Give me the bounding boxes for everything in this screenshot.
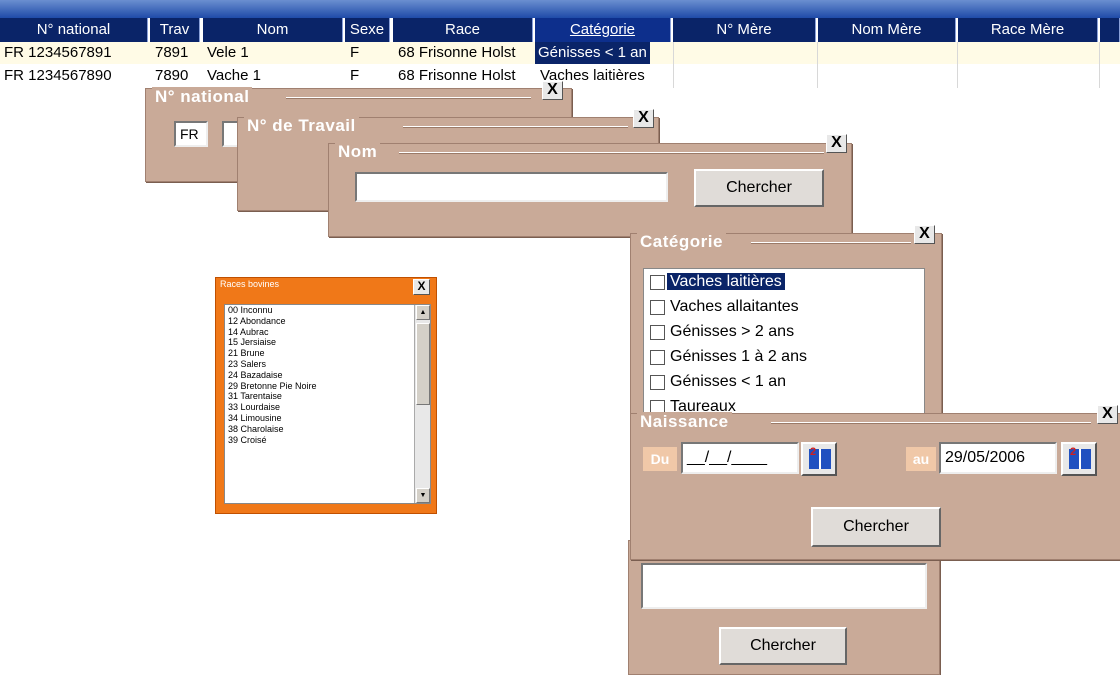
cell-race: 68 Frisonne Holst bbox=[398, 67, 516, 84]
window-top-strip bbox=[0, 0, 1120, 18]
checkbox[interactable] bbox=[650, 375, 665, 390]
scroll-down-icon[interactable]: ▼ bbox=[416, 488, 430, 503]
categorie-list: Vaches laitières Vaches allaitantes Géni… bbox=[643, 268, 925, 420]
col-header-race[interactable]: Race bbox=[393, 18, 533, 42]
country-prefix-field[interactable]: FR bbox=[174, 121, 208, 147]
table-row[interactable]: FR 1234567891 7891 Vele 1 F 68 Frisonne … bbox=[0, 42, 1120, 64]
window-title: N° de Travail bbox=[244, 116, 359, 136]
title-rule bbox=[751, 242, 911, 244]
grid-header: N° national Trav Nom Sexe Race Catégorie… bbox=[0, 18, 1120, 42]
nom-search-window: Nom X Chercher bbox=[328, 134, 852, 237]
race-item[interactable]: 00 Inconnu bbox=[225, 305, 430, 316]
cell-trav: 7890 bbox=[155, 67, 189, 84]
race-item[interactable]: 31 Tarentaise bbox=[225, 391, 430, 402]
scroll-thumb[interactable] bbox=[416, 323, 430, 405]
scrollbar[interactable]: ▲ ▼ bbox=[414, 305, 430, 503]
cell-nom: Vache 1 bbox=[207, 67, 261, 84]
col-header-categorie[interactable]: Catégorie bbox=[535, 18, 671, 42]
naissance-search-window: Naissance X Du __/__/____ 2 au 29/05/200… bbox=[630, 405, 1120, 560]
window-title: Nom bbox=[335, 142, 381, 162]
grid-divider bbox=[673, 42, 674, 88]
race-item[interactable]: 12 Abondance bbox=[225, 316, 430, 327]
close-icon[interactable]: X bbox=[914, 225, 935, 244]
window-title: Naissance bbox=[637, 412, 732, 432]
race-list: 00 Inconnu 12 Abondance 14 Aubrac 15 Jer… bbox=[224, 304, 431, 504]
race-popup-window: Races bovines X 00 Inconnu 12 Abondance … bbox=[215, 277, 437, 514]
grid-divider bbox=[817, 42, 818, 88]
cell-national: FR 1234567891 bbox=[4, 44, 112, 61]
cell-nom: Vele 1 bbox=[207, 44, 249, 61]
col-header-extra[interactable] bbox=[1100, 18, 1120, 42]
grid-divider bbox=[1099, 42, 1100, 88]
scroll-up-icon[interactable]: ▲ bbox=[416, 305, 430, 320]
cell-trav: 7891 bbox=[155, 44, 189, 61]
race-item[interactable]: 15 Jersiaise bbox=[225, 337, 430, 348]
race-item[interactable]: 33 Lourdaise bbox=[225, 402, 430, 413]
close-icon[interactable]: X bbox=[413, 279, 430, 295]
window-title: N° national bbox=[152, 87, 253, 107]
race-item[interactable]: 34 Limousine bbox=[225, 413, 430, 424]
race-item[interactable]: 38 Charolaise bbox=[225, 424, 430, 435]
chercher-button[interactable]: Chercher bbox=[694, 169, 824, 207]
date-to-field[interactable]: 29/05/2006 bbox=[939, 442, 1057, 474]
categorie-item[interactable]: Vaches allaitantes bbox=[644, 294, 924, 319]
cell-national: FR 1234567890 bbox=[4, 67, 112, 84]
checkbox[interactable] bbox=[650, 350, 665, 365]
du-label: Du bbox=[643, 447, 677, 471]
cell-sexe: F bbox=[350, 67, 360, 84]
cell-race: 68 Frisonne Holst bbox=[398, 44, 516, 61]
col-header-trav[interactable]: Trav bbox=[150, 18, 200, 42]
race-item[interactable]: 39 Croisé bbox=[225, 435, 430, 446]
categorie-label: Génisses 1 à 2 ans bbox=[670, 348, 807, 365]
au-label: au bbox=[906, 447, 936, 471]
categorie-search-window: Catégorie X Vaches laitières Vaches alla… bbox=[630, 225, 942, 420]
col-header-nom-mere[interactable]: Nom Mère bbox=[818, 18, 956, 42]
race-item[interactable]: 29 Bretonne Pie Noire bbox=[225, 381, 430, 392]
search-input[interactable] bbox=[641, 563, 927, 609]
race-item[interactable]: 23 Salers bbox=[225, 359, 430, 370]
checkbox[interactable] bbox=[650, 325, 665, 340]
chercher-button[interactable]: Chercher bbox=[719, 627, 847, 665]
title-rule bbox=[286, 97, 531, 99]
title-rule bbox=[403, 126, 628, 128]
race-popup-title: Races bovines bbox=[220, 279, 280, 289]
calendar-icon[interactable]: 2 bbox=[801, 442, 837, 476]
close-icon[interactable]: X bbox=[1097, 405, 1118, 424]
categorie-item[interactable]: Génisses 1 à 2 ans bbox=[644, 344, 924, 369]
col-header-race-mere[interactable]: Race Mère bbox=[958, 18, 1098, 42]
title-rule bbox=[771, 422, 1091, 424]
title-rule bbox=[399, 152, 824, 154]
col-header-num-mere[interactable]: N° Mère bbox=[673, 18, 816, 42]
categorie-item[interactable]: Génisses > 2 ans bbox=[644, 319, 924, 344]
col-header-nom[interactable]: Nom bbox=[203, 18, 343, 42]
close-icon[interactable]: X bbox=[633, 109, 654, 128]
col-header-sexe[interactable]: Sexe bbox=[345, 18, 390, 42]
date-from-field[interactable]: __/__/____ bbox=[681, 442, 799, 474]
categorie-label: Vaches laitières bbox=[667, 273, 785, 290]
categorie-item[interactable]: Vaches laitières bbox=[644, 269, 924, 294]
checkbox[interactable] bbox=[650, 300, 665, 315]
race-item[interactable]: 14 Aubrac bbox=[225, 327, 430, 338]
categorie-label: Génisses < 1 an bbox=[670, 373, 787, 390]
checkbox[interactable] bbox=[650, 275, 665, 290]
close-icon[interactable]: X bbox=[826, 134, 847, 153]
window-title: Catégorie bbox=[637, 232, 726, 252]
col-header-national[interactable]: N° national bbox=[0, 18, 148, 42]
nom-input[interactable] bbox=[355, 172, 668, 202]
cell-sexe: F bbox=[350, 44, 360, 61]
categorie-label: Vaches allaitantes bbox=[670, 298, 799, 315]
chercher-button[interactable]: Chercher bbox=[811, 507, 941, 547]
categorie-item[interactable]: Génisses < 1 an bbox=[644, 369, 924, 394]
close-icon[interactable]: X bbox=[542, 81, 563, 100]
race-item[interactable]: 24 Bazadaise bbox=[225, 370, 430, 381]
cell-categorie[interactable]: Génisses < 1 an bbox=[535, 42, 650, 64]
generic-search-window: Chercher bbox=[628, 540, 940, 675]
grid-divider bbox=[957, 42, 958, 88]
categorie-label: Génisses > 2 ans bbox=[670, 323, 795, 340]
calendar-icon[interactable]: 2 bbox=[1061, 442, 1097, 476]
race-item[interactable]: 21 Brune bbox=[225, 348, 430, 359]
